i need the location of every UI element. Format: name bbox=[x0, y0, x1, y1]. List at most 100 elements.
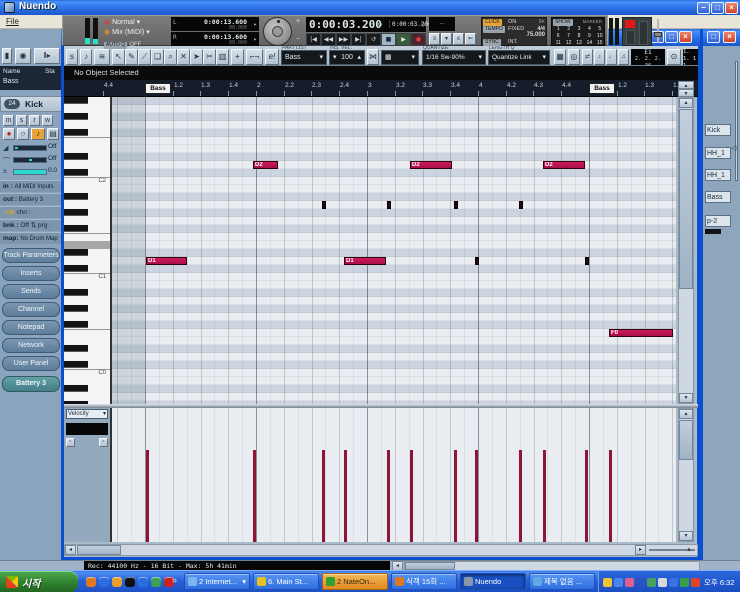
velocity-bar[interactable] bbox=[146, 450, 149, 542]
click-toggle[interactable]: CLICK bbox=[483, 19, 502, 26]
ruler-stepper-up[interactable]: ▴ bbox=[678, 81, 694, 89]
editor-maximize-button[interactable]: □ bbox=[665, 31, 678, 43]
sliver-track-Kick[interactable]: Kick bbox=[705, 124, 731, 136]
vel-vscroll-down-arrow[interactable]: ▾ bbox=[679, 531, 693, 541]
quick-launch-icon-6[interactable] bbox=[151, 577, 161, 587]
tool-paint-icon[interactable]: ❏ bbox=[151, 49, 164, 65]
record-noteoff-icon[interactable]: ♫ bbox=[618, 49, 629, 65]
velocity-plus-button[interactable]: ▫ bbox=[99, 438, 108, 447]
left-locator-display[interactable]: L 0:00:13.600 00.000 ▸ bbox=[171, 17, 259, 31]
cycle-mode-dropdown[interactable]: ◉ Mix (MIDI) ▾ bbox=[104, 28, 168, 38]
black-key[interactable] bbox=[64, 305, 88, 312]
midi-note-D2[interactable]: D2 bbox=[253, 161, 278, 169]
tool-line-icon[interactable]: ⟋ bbox=[138, 49, 151, 65]
tray-icon-3[interactable] bbox=[625, 577, 634, 587]
black-key[interactable] bbox=[64, 265, 88, 272]
hscroll-right-arrow[interactable]: ▸ bbox=[635, 545, 646, 555]
tool-mute-icon[interactable]: ➤ bbox=[190, 49, 203, 65]
marker-10-button[interactable]: 10 bbox=[595, 33, 605, 40]
velocity-minus-button[interactable]: ▫ bbox=[66, 438, 75, 447]
hscroll-left-arrow[interactable]: ◂ bbox=[65, 545, 76, 555]
record-noteon-icon[interactable]: ♩ bbox=[606, 49, 617, 65]
vel-vscroll-thumb[interactable] bbox=[679, 420, 693, 460]
black-key[interactable] bbox=[64, 385, 88, 392]
section-user-panel[interactable]: User Panel bbox=[2, 356, 60, 371]
show-markers-button[interactable]: SHOW bbox=[553, 19, 573, 26]
marker-8-button[interactable]: 8 bbox=[574, 33, 584, 40]
record-button[interactable]: ● bbox=[411, 33, 426, 46]
midi-note-A1[interactable] bbox=[387, 201, 391, 209]
tempo-toggle[interactable]: TEMPO bbox=[483, 26, 505, 33]
task-main-st[interactable]: 6. Main St... bbox=[253, 573, 319, 590]
chord-display-dropdown[interactable]: ▦ ▾ bbox=[381, 50, 419, 65]
record-pitch-icon[interactable]: ♪ bbox=[594, 49, 605, 65]
black-key[interactable] bbox=[64, 113, 88, 120]
start-button[interactable]: 시작 bbox=[0, 571, 78, 592]
tray-icon-4[interactable] bbox=[636, 577, 645, 587]
autoscroll-settings-icon[interactable]: ≋ bbox=[94, 49, 110, 65]
quick-launch-overflow[interactable]: » bbox=[172, 575, 177, 585]
tray-icon-1[interactable] bbox=[603, 577, 612, 587]
tray-icon-9[interactable] bbox=[691, 577, 700, 587]
black-key[interactable] bbox=[64, 209, 88, 216]
velocity-bar[interactable] bbox=[253, 450, 256, 542]
project-zoom-slider[interactable] bbox=[735, 61, 738, 181]
jog-wheel[interactable] bbox=[263, 17, 292, 46]
quick-launch-icon-4[interactable] bbox=[125, 577, 135, 587]
sliver-track-Bass[interactable]: Bass bbox=[705, 191, 731, 203]
midi-note-A1[interactable] bbox=[322, 201, 326, 209]
nudge-jump-icon[interactable]: ⇐ bbox=[465, 33, 476, 45]
velocity-bar[interactable] bbox=[543, 450, 546, 542]
velocity-grid[interactable] bbox=[112, 408, 676, 542]
tray-icon-5[interactable] bbox=[647, 577, 656, 587]
editor-vscrollbar[interactable]: ▴ ▾ bbox=[678, 97, 694, 404]
master-slider[interactable] bbox=[657, 19, 659, 43]
part-marker[interactable]: Bass bbox=[589, 83, 615, 94]
marker-7-button[interactable]: 7 bbox=[563, 33, 573, 40]
section-inserts[interactable]: Inserts bbox=[2, 266, 60, 281]
tool-comb-icon[interactable]: ▥ bbox=[216, 49, 229, 65]
quantize-dropdown[interactable]: 1/16 Sw-90% ▾ bbox=[422, 50, 486, 65]
editor-close-button[interactable]: × bbox=[679, 31, 692, 43]
velocity-bar[interactable] bbox=[454, 450, 457, 542]
task-nateon[interactable]: 2 NateOn... bbox=[322, 573, 388, 590]
timeline-ruler[interactable]: 4.4 1.2 1.3 1.4 2 2.2 2.3 2.4 3 3.2 3.3 3.4 4 4.2 4.3 4… bbox=[64, 80, 698, 97]
tool-draw-icon[interactable]: ✎ bbox=[125, 49, 138, 65]
tray-icon-8[interactable] bbox=[680, 577, 689, 587]
vscroll-down-arrow[interactable]: ▾ bbox=[679, 393, 693, 403]
velocity-bar[interactable] bbox=[322, 450, 325, 542]
hzoom-handle[interactable]: ▴ bbox=[685, 545, 693, 555]
marker-1-button[interactable]: 1 bbox=[553, 26, 563, 33]
black-key[interactable] bbox=[64, 289, 88, 296]
velocity-bar[interactable] bbox=[344, 450, 347, 542]
tray-icon-7[interactable] bbox=[669, 577, 678, 587]
midi-input-icon[interactable]: ◎ bbox=[568, 49, 580, 65]
velocity-bar[interactable] bbox=[519, 450, 522, 542]
tray-icon-2[interactable] bbox=[614, 577, 623, 587]
quick-launch-icon-1[interactable] bbox=[86, 577, 96, 587]
tray-icon-6[interactable] bbox=[658, 577, 667, 587]
marker-2-button[interactable]: 2 bbox=[563, 26, 573, 33]
velocity-bar[interactable] bbox=[387, 450, 390, 542]
autoq-row[interactable]: AUTO Q OFF bbox=[104, 39, 168, 49]
quick-launch-icon-5[interactable] bbox=[138, 577, 148, 587]
step-input-icon[interactable]: ▦ bbox=[554, 49, 566, 65]
black-key[interactable] bbox=[64, 225, 88, 232]
menu-file[interactable]: File bbox=[6, 17, 19, 26]
midi-note-D1[interactable]: D1 bbox=[344, 257, 386, 265]
task-drama[interactable]: 식객 15회 ... bbox=[391, 573, 457, 590]
length-quantize-dropdown[interactable]: Quantize Link ▾ bbox=[488, 50, 550, 65]
task-nuendo[interactable]: Nuendo bbox=[460, 573, 526, 590]
black-key[interactable] bbox=[64, 345, 88, 352]
midi-note-D1[interactable]: D1 bbox=[146, 257, 187, 265]
goto-l-icon[interactable]: ▸ bbox=[253, 21, 257, 28]
play-button[interactable]: ▶ bbox=[396, 33, 411, 46]
velocity-bar[interactable] bbox=[609, 450, 612, 542]
ruler-stepper-down[interactable]: ▾ bbox=[678, 89, 694, 97]
sliver-track-HH_1[interactable]: HH_1 bbox=[705, 169, 731, 181]
velocity-type-dropdown[interactable]: Velocity ▾ bbox=[66, 409, 108, 419]
vel-vscroll-up-arrow[interactable]: ▴ bbox=[679, 409, 693, 419]
part-list-dropdown[interactable]: Bass ▾ bbox=[281, 50, 327, 65]
tool-scissors-icon[interactable]: ✂ bbox=[203, 49, 216, 65]
midi-note-D1[interactable] bbox=[585, 257, 589, 265]
